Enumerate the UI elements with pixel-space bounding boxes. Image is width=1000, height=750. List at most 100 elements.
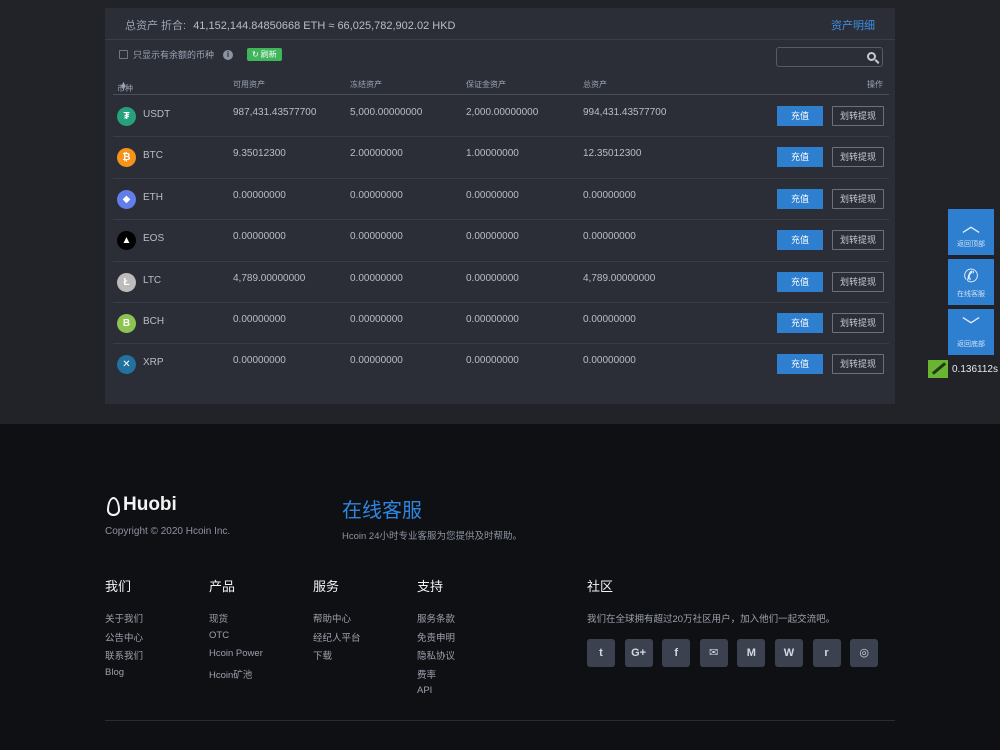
phone-icon: ✆ (963, 266, 979, 286)
footer-link[interactable]: OTC (209, 630, 263, 649)
footer-link[interactable]: 现货 (209, 611, 263, 630)
deposit-button[interactable]: 充值 (777, 271, 823, 292)
load-timer-value: 0.136112s (952, 363, 998, 375)
show-balance-checkbox[interactable] (119, 50, 128, 59)
instagram-icon[interactable]: ◎ (850, 639, 879, 667)
total-assets-value: 41,152,144.84850668 ETH ≈ 66,025,782,902… (193, 20, 456, 32)
transfer-withdraw-button[interactable]: 划转提现 (832, 312, 884, 333)
facebook-icon[interactable]: f (662, 639, 691, 667)
frozen-amount: 0.00000000 (350, 313, 403, 325)
eos-coin-icon: ▲ (117, 231, 136, 251)
community-desc: 我们在全球拥有超过20万社区用户，加入他们一起交流吧。 (587, 614, 836, 625)
reddit-icon[interactable]: r (812, 639, 841, 667)
header-margin: 保证金资产 (466, 80, 506, 89)
table-row: B BCH 0.00000000 0.00000000 0.00000000 0.0000… (113, 303, 889, 345)
header-frozen: 冻结资产 (350, 80, 382, 89)
eth-coin-icon: ◆ (117, 189, 136, 209)
huobi-logo[interactable]: Huobi (105, 494, 177, 516)
online-service-desc: Hcoin 24小时专业客服为您提供及时帮助。 (342, 531, 522, 542)
refresh-icon: ↻ (252, 50, 259, 59)
social-links: t G+ f ✉ M Wr ◎ (587, 639, 888, 667)
summary-bar: 总资产 折合: 41,152,144.84850668 ETH ≈ 66,025… (105, 8, 895, 40)
footer-link[interactable]: 免责申明 (417, 630, 455, 649)
back-to-top-button[interactable]: ︿ 返回顶部 (948, 209, 994, 255)
available-amount: 9.35012300 (233, 148, 286, 160)
available-amount: 0.00000000 (233, 355, 286, 367)
footer-link[interactable]: 联系我们 (105, 648, 143, 667)
load-timer: 0.136112s (928, 360, 998, 378)
footer-link[interactable]: API (417, 685, 455, 704)
back-to-bottom-label: 返回底部 (957, 341, 985, 348)
available-amount: 987,431.43577700 (233, 107, 317, 118)
online-service-label: 在线客服 (957, 291, 985, 298)
deposit-button[interactable]: 充值 (777, 147, 823, 168)
footer-col-title: 产品 (209, 579, 236, 594)
total-amount: 4,789.00000000 (583, 272, 656, 284)
header-total: 总资产 (583, 80, 607, 89)
transfer-withdraw-button[interactable]: 划转提现 (832, 188, 884, 209)
footer-link[interactable]: 费率 (417, 667, 455, 686)
footer-link[interactable]: 关于我们 (105, 611, 143, 630)
footer-link[interactable]: 公告中心 (105, 630, 143, 649)
footer-col-about: 我们 关于我们 公告中心 联系我们 Blog (105, 576, 143, 685)
table-row: Ł LTC 4,789.00000000 0.00000000 0.00000000 4,… (113, 262, 889, 303)
transfer-withdraw-button[interactable]: 划转提现 (832, 271, 884, 292)
coin-name: EOS (143, 233, 165, 245)
deposit-button[interactable]: 充值 (777, 188, 823, 209)
footer-link[interactable]: Hcoin Power (209, 648, 263, 667)
twitter-icon[interactable]: t (587, 639, 615, 667)
available-amount: 0.00000000 (233, 313, 286, 325)
header-action: 操作 (867, 80, 883, 89)
footer-col-services: 服务 帮助中心 经纪人平台 下载 (313, 576, 361, 667)
deposit-button[interactable]: 充值 (777, 106, 823, 126)
footer-link[interactable]: 下载 (313, 648, 361, 667)
footer-col-support: 支持 服务条款 免责申明 隐私协议 费率 API (417, 576, 455, 704)
wechat-icon[interactable]: ✉ (699, 639, 728, 667)
sort-icon[interactable]: ▲ ▼ (120, 81, 127, 92)
footer-divider (105, 720, 895, 721)
chevron-up-icon: ︿ (962, 216, 980, 236)
deposit-button[interactable]: 充值 (777, 354, 823, 375)
coin-name: BTC (143, 150, 163, 162)
frozen-amount: 0.00000000 (350, 272, 403, 284)
online-service-button[interactable]: ✆ 在线客服 (948, 259, 994, 305)
speed-icon (928, 360, 948, 378)
footer-link[interactable]: 隐私协议 (417, 648, 455, 667)
footer-link[interactable]: Hcoin矿池 (209, 667, 263, 686)
back-to-bottom-button[interactable]: ﹀ 返回底部 (948, 309, 994, 355)
transfer-withdraw-button[interactable]: 划转提现 (832, 147, 884, 168)
table-row: ✕ XRP 0.00000000 0.00000000 0.00000000 0.0000… (113, 344, 889, 385)
table-row: ₮ USDT 987,431.43577700 5,000.00000000 2,000… (113, 96, 889, 138)
coin-name: LTC (143, 274, 162, 286)
refresh-label: 刷新 (260, 50, 277, 59)
total-amount: 0.00000000 (583, 313, 636, 325)
search-input[interactable] (781, 50, 861, 64)
footer-link[interactable]: 经纪人平台 (313, 630, 361, 649)
refresh-button[interactable]: ↻ 刷新 (247, 48, 282, 61)
transfer-withdraw-button[interactable]: 划转提现 (832, 230, 884, 251)
back-to-top-label: 返回顶部 (957, 241, 985, 248)
footer-col-title: 支持 (417, 579, 444, 594)
medium-icon[interactable]: M (737, 639, 766, 667)
deposit-button[interactable]: 充值 (777, 230, 823, 251)
footer-link[interactable]: 帮助中心 (313, 611, 361, 630)
balance-filter: 只显示有余额的币种 i ↻ 刷新 (119, 48, 282, 61)
deposit-button[interactable]: 充值 (777, 312, 823, 333)
transfer-withdraw-button[interactable]: 划转提现 (832, 106, 884, 126)
show-balance-label[interactable]: 只显示有余额的币种 (133, 48, 214, 61)
footer-col-title: 服务 (313, 579, 340, 594)
header-available: 可用资产 (233, 80, 265, 89)
total-amount: 12.35012300 (583, 148, 642, 160)
google-plus-icon[interactable]: G+ (624, 639, 653, 667)
footer-col-community: 社区 我们在全球拥有超过20万社区用户，加入他们一起交流吧。 t G+ f ✉ M Wr ◎ (587, 576, 888, 667)
weibo-icon[interactable]: W (774, 639, 803, 667)
online-service-title[interactable]: 在线客服 (342, 494, 422, 523)
transfer-withdraw-button[interactable]: 划转提现 (832, 354, 884, 375)
footer-link[interactable]: 服务条款 (417, 611, 455, 630)
footer-link[interactable]: Blog (105, 667, 143, 686)
ltc-coin-icon: Ł (117, 272, 136, 292)
search-icon[interactable] (867, 52, 876, 61)
info-icon[interactable]: i (223, 49, 234, 60)
table-row: ₿ BTC 9.35012300 2.00000000 1.00000000 12.350… (113, 137, 889, 179)
asset-detail-link[interactable]: 资产明细 (831, 17, 875, 33)
